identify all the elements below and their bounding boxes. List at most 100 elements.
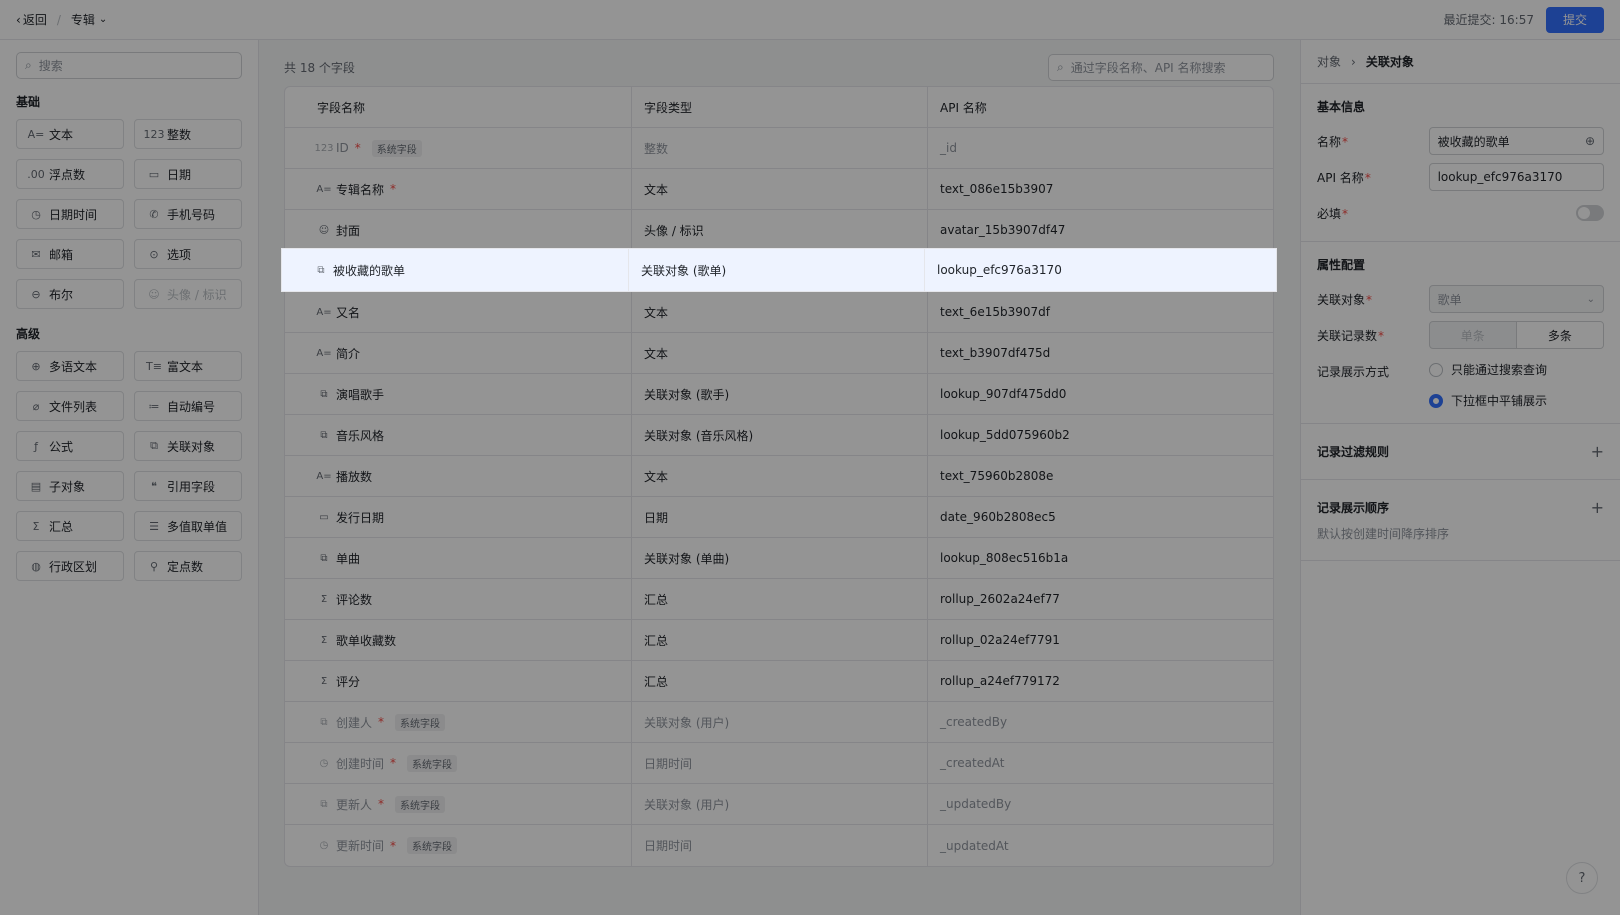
api-name-cell: lookup_808ec516b1a	[940, 551, 1069, 565]
field-name-cell: ⧉ 音乐风格	[285, 415, 632, 455]
field-name-cell: ⧉ 创建人 * 系统字段	[285, 702, 632, 742]
table-row[interactable]: ◷ 创建时间 * 系统字段 日期时间 _createdAt	[285, 743, 1273, 784]
field-type-multivalue[interactable]: ☰ 多值取单值	[134, 511, 242, 541]
table-header: 字段名称 字段类型 API 名称	[285, 87, 1273, 128]
chevron-down-icon: ⌄	[1586, 293, 1595, 305]
table-row[interactable]: ⧉ 单曲 关联对象 (单曲) lookup_808ec516b1a	[285, 538, 1273, 579]
field-type-region[interactable]: ◍ 行政区划	[16, 551, 124, 581]
props-title: 属性配置	[1317, 258, 1366, 272]
object-switcher[interactable]: 专辑 ⌄	[71, 11, 107, 28]
field-type-text[interactable]: A= 文本	[16, 119, 124, 149]
field-type-decimal[interactable]: ⚲ 定点数	[134, 551, 242, 581]
selected-row-highlight[interactable]: ⧉ 被收藏的歌单 关联对象 (歌单) lookup_efc976a3170	[282, 249, 1276, 291]
submit-button[interactable]: 提交	[1546, 6, 1604, 33]
back-label: 返回	[22, 13, 47, 27]
field-type-icon: ⧉	[320, 798, 328, 810]
table-row[interactable]: ⧉ 创建人 * 系统字段 关联对象 (用户) _createdBy	[285, 702, 1273, 743]
option-type-icon: ⊙	[149, 247, 159, 261]
table-row[interactable]: ▭ 发行日期 日期 date_960b2808ec5	[285, 497, 1273, 538]
lookup-type-icon: ⧉	[150, 439, 158, 452]
field-name-cell: ▭ 发行日期	[285, 497, 632, 537]
field-name-cell: ◷ 更新时间 * 系统字段	[285, 825, 632, 866]
field-type-autonumber[interactable]: ≔ 自动编号	[134, 391, 242, 421]
field-type-cell: 汇总	[632, 661, 928, 701]
field-type-filelist[interactable]: ⌀ 文件列表	[16, 391, 124, 421]
table-row[interactable]: 123 ID * 系统字段 整数 _id	[285, 128, 1273, 169]
field-type-label: 富文本	[167, 359, 204, 374]
order-hint: 默认按创建时间降序排序	[1317, 527, 1450, 541]
record-count-single[interactable]: 单条	[1430, 322, 1516, 348]
table-row[interactable]: ☺ 封面 头像 / 标识 avatar_15b3907df47	[285, 210, 1273, 251]
formula-type-icon: ƒ	[34, 439, 38, 453]
field-name-cell: ⧉ 演唱歌手	[285, 374, 632, 414]
field-type-icon: 123	[314, 142, 334, 154]
basic-group-title: 基础	[16, 95, 41, 109]
field-type-integer[interactable]: 123 整数	[134, 119, 242, 149]
field-type-date[interactable]: ▭ 日期	[134, 159, 242, 189]
record-count-multi[interactable]: 多条	[1515, 322, 1603, 348]
table-row[interactable]: ⧉ 更新人 * 系统字段 关联对象 (用户) _updatedBy	[285, 784, 1273, 825]
table-row[interactable]: Σ 评分 汇总 rollup_a24ef779172	[285, 661, 1273, 702]
field-type-search[interactable]: ⌕ 搜索	[16, 52, 242, 79]
back-button[interactable]: ‹ 返回	[16, 11, 47, 28]
table-row[interactable]: A= 又名 文本 text_6e15b3907df	[285, 292, 1273, 333]
field-name: 单曲	[336, 551, 361, 566]
field-type-icon: ⧉	[320, 716, 328, 728]
table-row[interactable]: ◷ 更新时间 * 系统字段 日期时间 _updatedAt	[285, 825, 1273, 866]
field-type-formula[interactable]: ƒ 公式	[16, 431, 124, 461]
display-mode-dropdown[interactable]: 下拉框中平铺展示	[1429, 392, 1547, 409]
required-mark: *	[378, 715, 385, 729]
lookup-object-select[interactable]: 歌单 ⌄	[1428, 285, 1604, 313]
table-row[interactable]: ⧉ 演唱歌手 关联对象 (歌手) lookup_907df475dd0	[285, 374, 1273, 415]
field-type-lookup[interactable]: ⧉ 关联对象	[134, 431, 242, 461]
required-toggle[interactable]	[1576, 205, 1604, 221]
field-type-cell: 整数	[632, 128, 928, 168]
table-row[interactable]: Σ 评论数 汇总 rollup_2602a24ef77	[285, 579, 1273, 620]
field-type-datetime[interactable]: ◷ 日期时间	[16, 199, 124, 229]
system-field-tag: 系统字段	[371, 139, 422, 157]
system-field-tag: 系统字段	[407, 754, 458, 772]
name-field[interactable]: 被收藏的歌单 ⊕	[1428, 127, 1604, 155]
breadcrumb-object: 专辑	[70, 13, 95, 27]
config-crumb-parent[interactable]: 对象	[1317, 53, 1341, 70]
table-row[interactable]: Σ 歌单收藏数 汇总 rollup_02a24ef7791	[285, 620, 1273, 661]
field-type-option[interactable]: ⊙ 选项	[134, 239, 242, 269]
field-name-cell: Σ 歌单收藏数	[285, 620, 632, 660]
field-name: 更新人	[336, 797, 373, 812]
field-type-icon: A=	[316, 347, 332, 359]
lookup-object-label: 关联对象*	[1317, 292, 1373, 307]
table-row[interactable]: A= 专辑名称 * 文本 text_086e15b3907	[285, 169, 1273, 210]
display-mode-search-only[interactable]: 只能通过搜索查询	[1429, 361, 1547, 378]
field-type-multilang[interactable]: ⊕ 多语文本	[16, 351, 124, 381]
field-type-richtext[interactable]: T≡ 富文本	[134, 351, 242, 381]
field-type-email[interactable]: ✉ 邮箱	[16, 239, 124, 269]
field-type-phone[interactable]: ✆ 手机号码	[134, 199, 242, 229]
globe-icon[interactable]: ⊕	[1585, 134, 1595, 148]
field-type-rollup[interactable]: Σ 汇总	[16, 511, 124, 541]
help-icon[interactable]: ?	[1566, 862, 1598, 894]
field-type-icon: ☺	[318, 224, 330, 236]
field-config-panel: 对象 › 关联对象 基本信息 名称* 被收藏的歌单 ⊕ API 名称* look…	[1300, 40, 1620, 915]
table-row[interactable]: ⧉ 音乐风格 关联对象 (音乐风格) lookup_5dd075960b2	[285, 415, 1273, 456]
filter-section: 记录过滤规则 +	[1301, 424, 1620, 480]
api-name-field[interactable]: lookup_efc976a3170	[1428, 163, 1604, 191]
add-order-icon[interactable]: +	[1591, 498, 1604, 517]
order-section: 记录展示顺序 + 默认按创建时间降序排序	[1301, 480, 1620, 561]
field-name-cell: ⧉ 被收藏的歌单	[282, 249, 629, 291]
multilang-type-icon: ⊕	[31, 359, 41, 373]
table-row[interactable]: A= 简介 文本 text_b3907df475d	[285, 333, 1273, 374]
field-type-label: 引用字段	[167, 479, 216, 494]
config-breadcrumb: 对象 › 关联对象	[1301, 40, 1620, 84]
field-type-subobject[interactable]: ▤ 子对象	[16, 471, 124, 501]
field-type-reference[interactable]: ❝ 引用字段	[134, 471, 242, 501]
field-name: 播放数	[336, 469, 373, 484]
api-name-label: API 名称*	[1317, 170, 1371, 185]
field-type-boolean[interactable]: ⊖ 布尔	[16, 279, 124, 309]
api-name-cell: lookup_907df475dd0	[940, 387, 1067, 401]
field-name: 发行日期	[336, 510, 385, 525]
field-search-input[interactable]: ⌕ 通过字段名称、API 名称搜索	[1048, 54, 1274, 81]
field-type-float[interactable]: .00 浮点数	[16, 159, 124, 189]
table-row[interactable]: A= 播放数 文本 text_75960b2808e	[285, 456, 1273, 497]
add-filter-icon[interactable]: +	[1591, 442, 1604, 461]
required-label: 必填*	[1317, 206, 1349, 221]
